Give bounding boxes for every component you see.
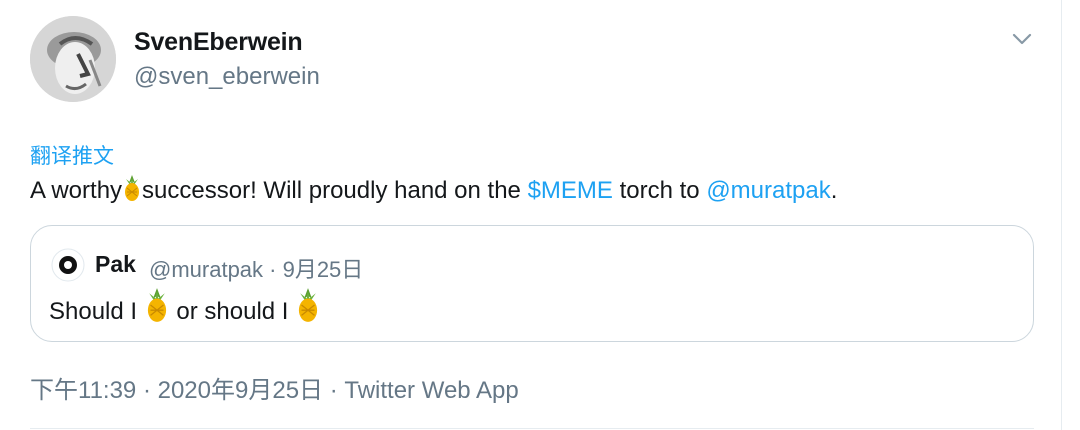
- quoted-tweet-text: Should I or should I: [49, 288, 321, 332]
- author-display-name[interactable]: SvenEberwein: [134, 28, 303, 57]
- avatar[interactable]: [30, 16, 116, 102]
- tweet-text-part: .: [830, 177, 838, 204]
- tweet-footer: 下午11:39 · 2020年9月25日 · Twitter Web App: [30, 370, 519, 405]
- tweet-source[interactable]: Twitter Web App: [344, 377, 518, 404]
- translate-tweet-link[interactable]: 翻译推文: [30, 140, 114, 170]
- circle-logo-icon[interactable]: [51, 248, 85, 282]
- cashtag-link[interactable]: $MEME: [528, 177, 613, 204]
- tweet-timestamp[interactable]: 下午11:39 · 2020年9月25日: [30, 377, 323, 404]
- chevron-down-icon[interactable]: [1008, 25, 1036, 53]
- avatar-image: [30, 16, 116, 102]
- author-handle[interactable]: @sven_eberwein: [134, 63, 320, 91]
- tweet-text-part: A worthy: [30, 177, 123, 204]
- quoted-text-part: or should I: [169, 298, 296, 325]
- tweet-text-part: successor! Will proudly hand on the: [142, 177, 528, 204]
- divider: [30, 428, 1034, 429]
- pineapple-icon: [144, 288, 170, 332]
- quoted-author-meta: @muratpak · 9月25日: [149, 257, 364, 282]
- mention-link[interactable]: @muratpak: [706, 177, 830, 204]
- quoted-author-name[interactable]: Pak: [95, 251, 136, 278]
- footer-separator: ·: [323, 377, 345, 404]
- pineapple-icon: [122, 175, 142, 211]
- tweet-text: A worthy successor! Will proudly hand on …: [30, 174, 837, 211]
- quoted-tweet[interactable]: Pak @muratpak · 9月25日 Should I or should…: [30, 225, 1034, 342]
- tweet-text-part: torch to: [612, 177, 707, 204]
- quoted-text-part: Should I: [49, 298, 144, 325]
- tweet-card: SvenEberwein @sven_eberwein 翻译推文 A worth…: [0, 0, 1062, 430]
- pineapple-icon: [295, 288, 321, 332]
